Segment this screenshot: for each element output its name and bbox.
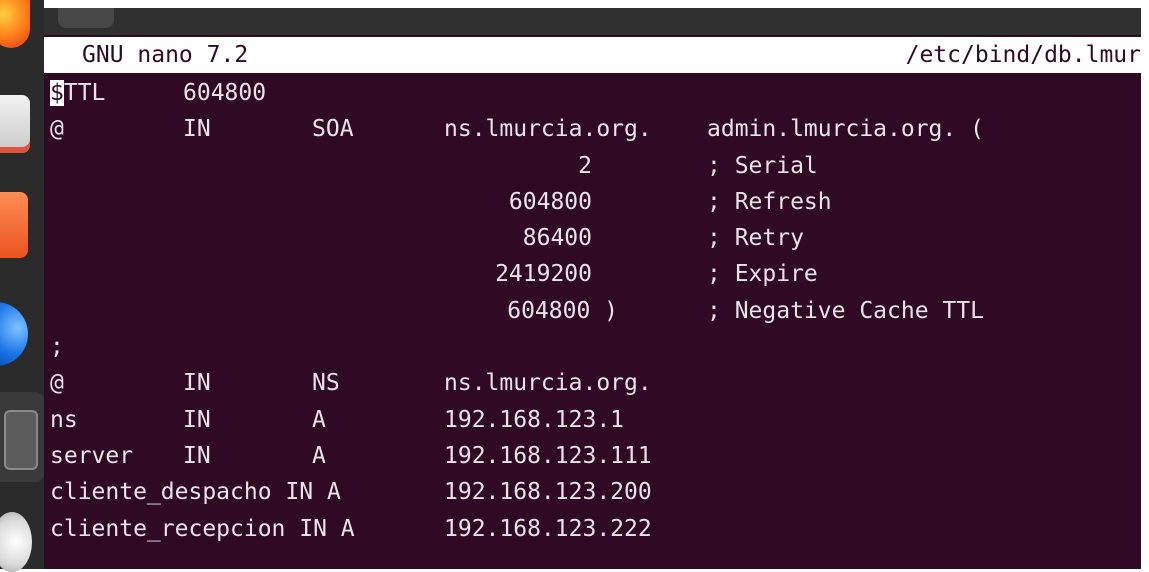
nano-filename: /etc/bind/db.lmur (905, 42, 1141, 68)
soa-field-value: 2419200 (495, 261, 592, 288)
soa-field-comment: ; Refresh (707, 188, 832, 215)
disc-icon[interactable] (0, 512, 32, 572)
record-type: A (312, 406, 326, 433)
app-store-icon[interactable] (0, 192, 28, 258)
record-value: 192.168.123.1 (444, 406, 625, 433)
soa-admin: admin.lmurcia.org. ( (707, 116, 984, 143)
editor-buffer[interactable]: $TTL 604800 @ IN SOA ns.lmurcia.org. adm… (50, 75, 1140, 547)
record-line[interactable]: cliente_despacho IN A 192.168.123.200 (50, 474, 1140, 510)
new-tab-button[interactable] (58, 8, 114, 28)
soa-field-value: 2 (578, 152, 592, 179)
soa-field-line[interactable]: 86400 ; Retry (50, 220, 1140, 256)
record-type: SOA (312, 116, 354, 143)
soa-primary-ns: ns.lmurcia.org. (444, 116, 652, 143)
record-class: IN (183, 370, 211, 397)
record-host-class-type: cliente_recepcion IN A (50, 515, 355, 542)
record-host-class-type: cliente_despacho IN A (50, 479, 341, 506)
soa-field-value: 604800 ) (507, 297, 618, 324)
soa-field-comment: ; Serial (707, 152, 818, 179)
record-class: IN (183, 406, 211, 433)
soa-field-line[interactable]: 2419200 ; Expire (50, 256, 1140, 292)
record-value: 192.168.123.222 (444, 515, 652, 542)
record-class: IN (183, 442, 211, 469)
soa-line[interactable]: @ IN SOA ns.lmurcia.org. admin.lmurcia.o… (50, 111, 1140, 147)
ttl-value: 604800 (183, 80, 267, 106)
soa-field-value: 86400 (522, 225, 592, 252)
text-cursor: $ (50, 80, 64, 106)
soa-field-line[interactable]: 2 ; Serial (50, 148, 1140, 184)
terminal-titlebar[interactable] (44, 0, 1141, 35)
thunderbird-icon[interactable] (0, 302, 28, 366)
record-type: A (312, 442, 326, 469)
record-line[interactable]: server IN A 192.168.123.111 (50, 438, 1140, 474)
soa-field-value: 604800 (508, 188, 592, 215)
record-value: ns.lmurcia.org. (444, 370, 652, 397)
window-edge (1141, 0, 1149, 569)
record-name: server (50, 442, 134, 469)
record-name: @ (50, 370, 64, 397)
separator-comment: ; (50, 334, 64, 361)
files-icon[interactable] (0, 95, 30, 153)
soa-field-comment: ; Retry (707, 225, 804, 252)
ttl-line[interactable]: $TTL 604800 (50, 75, 1140, 111)
soa-field-line[interactable]: 604800 ; Refresh (50, 184, 1140, 220)
nano-title-bar: GNU nano 7.2 /etc/bind/db.lmur (44, 37, 1141, 73)
record-value: 192.168.123.200 (444, 479, 652, 506)
terminal-icon[interactable] (4, 410, 38, 470)
ubuntu-dock (0, 0, 44, 572)
soa-field-comment: ; Negative Cache TTL (707, 297, 984, 324)
record-name: @ (50, 116, 64, 143)
record-name: ns (50, 406, 78, 433)
ttl-directive: $TTL (50, 80, 106, 106)
firefox-icon[interactable] (0, 0, 30, 48)
record-class: IN (183, 116, 211, 143)
soa-field-line[interactable]: 604800 ) ; Negative Cache TTL (50, 293, 1140, 329)
soa-field-comment: ; Expire (707, 261, 818, 288)
record-value: 192.168.123.111 (444, 442, 652, 469)
record-type: NS (312, 370, 340, 397)
terminal-window[interactable]: GNU nano 7.2 /etc/bind/db.lmur $TTL 6048… (44, 35, 1141, 569)
comment-line[interactable]: ; (50, 329, 1140, 365)
record-line[interactable]: @ IN NS ns.lmurcia.org. (50, 365, 1140, 401)
nano-version: GNU nano 7.2 (82, 42, 249, 68)
record-line[interactable]: cliente_recepcion IN A 192.168.123.222 (50, 511, 1140, 547)
record-line[interactable]: ns IN A 192.168.123.1 (50, 402, 1140, 438)
